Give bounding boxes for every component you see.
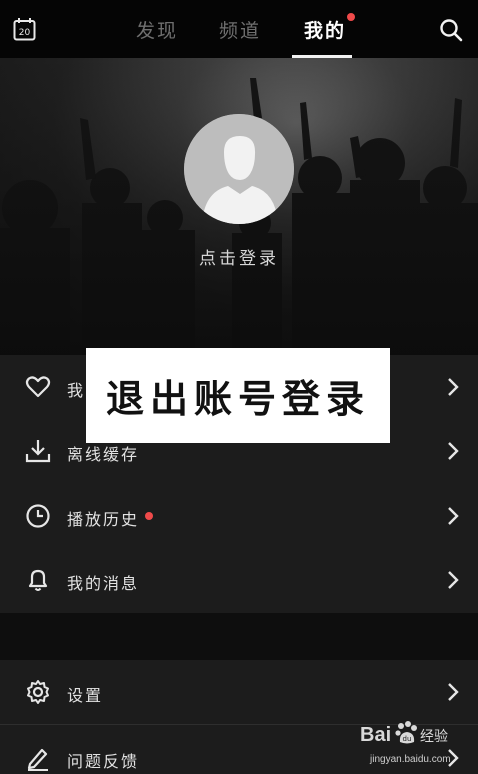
menu-item-label: 设置 bbox=[67, 686, 104, 705]
menu-item-play-history[interactable]: 播放历史 bbox=[0, 484, 478, 548]
baidu-jingyan-watermark: Bai du 经验 jingyan.baidu.com bbox=[360, 718, 475, 770]
chevron-right-icon bbox=[448, 571, 459, 589]
menu-item-label: 问题反馈 bbox=[67, 752, 140, 771]
watermark-url: jingyan.baidu.com bbox=[370, 754, 451, 765]
search-icon[interactable] bbox=[439, 18, 463, 42]
heart-icon bbox=[25, 376, 51, 398]
paw-icon: du bbox=[395, 721, 417, 744]
chevron-right-icon bbox=[448, 442, 459, 460]
profile-header: 点击登录 bbox=[0, 58, 478, 355]
login-prompt[interactable]: 点击登录 bbox=[0, 244, 478, 269]
caption-overlay: 退出账号登录 bbox=[86, 348, 390, 443]
menu-item-messages[interactable]: 我的消息 bbox=[0, 548, 478, 612]
menu-item-label: 我的消息 bbox=[67, 574, 140, 593]
edit-icon bbox=[27, 748, 48, 771]
notification-dot bbox=[347, 13, 355, 21]
tab-mine[interactable]: 我的 bbox=[304, 16, 346, 43]
watermark-brand: Bai bbox=[360, 724, 392, 746]
tab-channel[interactable]: 频道 bbox=[219, 16, 261, 43]
calendar-day: 20 bbox=[19, 28, 31, 38]
default-avatar-icon bbox=[184, 114, 294, 224]
chevron-right-icon bbox=[448, 683, 459, 701]
clock-icon bbox=[26, 504, 50, 528]
caption-text: 退出账号登录 bbox=[105, 376, 370, 421]
menu-item-label: 离线缓存 bbox=[67, 445, 140, 464]
avatar[interactable] bbox=[184, 114, 294, 224]
svg-text:du: du bbox=[403, 735, 412, 743]
chevron-right-icon bbox=[448, 378, 459, 396]
menu-item-settings[interactable]: 设置 bbox=[0, 660, 478, 724]
menu-item-label: 播放历史 bbox=[67, 510, 140, 529]
top-bar: 20 发现 频道 我的 bbox=[0, 0, 478, 58]
menu-item-label: 我 bbox=[67, 381, 86, 400]
new-badge-dot bbox=[145, 512, 153, 520]
tab-discover[interactable]: 发现 bbox=[136, 16, 178, 43]
gear-icon bbox=[27, 680, 49, 704]
download-icon bbox=[25, 440, 51, 463]
calendar-icon[interactable]: 20 bbox=[13, 17, 36, 41]
bell-icon bbox=[28, 569, 48, 591]
watermark-cn: 经验 bbox=[420, 729, 448, 745]
chevron-right-icon bbox=[448, 507, 459, 525]
